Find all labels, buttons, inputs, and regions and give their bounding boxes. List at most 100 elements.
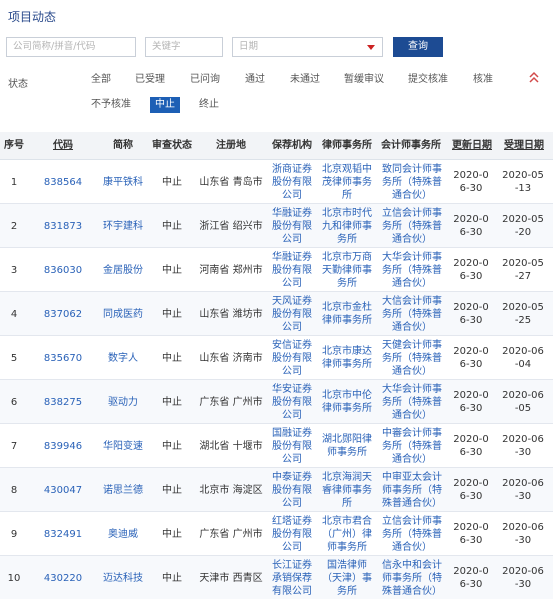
cell-sponsor-link[interactable]: 红塔证券股份有限公司 (268, 512, 316, 556)
cell-accounting-firm-link[interactable]: 立信会计师事务所（特殊普通合伙） (378, 512, 446, 556)
status-option[interactable]: 暂缓审议 (344, 72, 384, 88)
cell-sponsor-link[interactable]: 长江证券承销保荐有限公司 (268, 556, 316, 599)
cell-code-link[interactable]: 835670 (28, 336, 98, 380)
cell-code-link[interactable]: 831873 (28, 204, 98, 248)
status-option[interactable]: 终止 (199, 97, 219, 113)
collapse-chevron-icon[interactable] (528, 71, 540, 85)
cell-accounting-firm-link[interactable]: 天健会计师事务所（特殊普通合伙） (378, 336, 446, 380)
table-row: 10 430220 迈达科技 中止 天津市 西青区 长江证券承销保荐有限公司 国浩律师（天津… (0, 556, 553, 599)
cell-location: 广东省 广州市 (199, 396, 263, 408)
status-option[interactable]: 核准 (473, 72, 493, 88)
cell-review-status: 中止 (162, 176, 182, 188)
status-option[interactable]: 通过 (245, 72, 265, 88)
header-update-date[interactable]: 更新日期 (446, 132, 498, 160)
cell-update-date: 2020-06-30 (453, 346, 489, 370)
status-option[interactable]: 不予核准 (91, 97, 131, 113)
cell-code-link[interactable]: 838564 (28, 160, 98, 204)
cell-accounting-firm-link[interactable]: 立信会计师事务所（特殊普通合伙） (378, 204, 446, 248)
cell-code-link[interactable]: 836030 (28, 248, 98, 292)
status-option[interactable]: 已受理 (135, 72, 165, 88)
cell-law-firm-link[interactable]: 北京市康达律师事务所 (320, 336, 374, 380)
cell-sponsor-link[interactable]: 国融证券股份有限公司 (268, 424, 316, 468)
status-option[interactable]: 提交核准 (408, 72, 448, 88)
cell-sponsor-link[interactable]: 浙商证券股份有限公司 (268, 160, 316, 204)
cell-name-link[interactable]: 金居股份 (98, 248, 148, 292)
cell-law-firm-link[interactable]: 北京市君合（广州）律师事务所 (320, 512, 374, 556)
cell-accounting-firm-link[interactable]: 大华会计师事务所（特殊普通合伙） (378, 380, 446, 424)
cell-name-link[interactable]: 数字人 (98, 336, 148, 380)
cell-accept-date: 2020-05-27 (502, 258, 544, 282)
cell-accounting-firm-link[interactable]: 大华会计师事务所（特殊普通合伙） (378, 248, 446, 292)
cell-law-firm-link[interactable]: 北京市万商天勤律师事务所 (320, 248, 374, 292)
cell-location: 广东省 广州市 (199, 528, 263, 540)
cell-sponsor-link[interactable]: 安信证券股份有限公司 (268, 336, 316, 380)
cell-name-link[interactable]: 华阳变速 (98, 424, 148, 468)
cell-update-date: 2020-06-30 (453, 478, 489, 502)
header-accounting-firm: 会计师事务所 (381, 140, 441, 151)
table-row: 4 837062 同成医药 中止 山东省 潍坊市 天风证券股份有限公司 北京市金杜律师事务所… (0, 292, 553, 336)
cell-sponsor-link[interactable]: 天风证券股份有限公司 (268, 292, 316, 336)
query-button[interactable]: 查询 (393, 37, 443, 57)
cell-accounting-firm-link[interactable]: 信永中和会计师事务所（特殊普通合伙） (378, 556, 446, 599)
cell-law-firm-link[interactable]: 北京市时代九和律师事务所 (320, 204, 374, 248)
cell-accounting-firm-link[interactable]: 中审亚太会计师事务所（特殊普通合伙） (378, 468, 446, 512)
cell-update-date: 2020-06-30 (453, 258, 489, 282)
header-seq: 序号 (4, 140, 24, 151)
table-row: 6 838275 驱动力 中止 广东省 广州市 华安证券股份有限公司 北京市中伦律师事务所大… (0, 380, 553, 424)
status-filter-label: 状态 (8, 79, 28, 90)
cell-code-link[interactable]: 430047 (28, 468, 98, 512)
header-accept-date[interactable]: 受理日期 (498, 132, 550, 160)
header-code[interactable]: 代码 (28, 132, 98, 160)
status-option[interactable]: 全部 (91, 72, 111, 88)
company-search-input[interactable]: 公司简称/拼音/代码 (6, 37, 136, 57)
cell-review-status: 中止 (162, 308, 182, 320)
cell-name-link[interactable]: 康平铁科 (98, 160, 148, 204)
cell-accounting-firm-link[interactable]: 致同会计师事务所（特殊普通合伙） (378, 160, 446, 204)
cell-name-link[interactable]: 奥迪威 (98, 512, 148, 556)
cell-code-link[interactable]: 838275 (28, 380, 98, 424)
cell-law-firm-link[interactable]: 湖北郧阳律师事务所 (320, 424, 374, 468)
cell-law-firm-link[interactable]: 北京海润天睿律师事务所 (320, 468, 374, 512)
table-row: 8 430047 诺思兰德 中止 北京市 海淀区 中泰证券股份有限公司 北京海润天睿律师事务… (0, 468, 553, 512)
cell-law-firm-link[interactable]: 北京观韬中茂律师事务所 (320, 160, 374, 204)
cell-name-link[interactable]: 环宇建科 (98, 204, 148, 248)
cell-accounting-firm-link[interactable]: 中審会计师事务所（特殊普通合伙） (378, 424, 446, 468)
caret-down-icon (367, 45, 375, 50)
cell-code-link[interactable]: 837062 (28, 292, 98, 336)
cell-seq: 10 (7, 572, 21, 584)
cell-law-firm-link[interactable]: 北京市金杜律师事务所 (320, 292, 374, 336)
header-review-status: 审查状态 (152, 140, 192, 151)
cell-accept-date: 2020-06-05 (502, 390, 544, 414)
cell-review-status: 中止 (162, 396, 182, 408)
cell-accept-date: 2020-06-30 (502, 434, 544, 458)
cell-name-link[interactable]: 迈达科技 (98, 556, 148, 599)
cell-sponsor-link[interactable]: 华融证券股份有限公司 (268, 248, 316, 292)
cell-sponsor-link[interactable]: 中泰证券股份有限公司 (268, 468, 316, 512)
cell-update-date: 2020-06-30 (453, 214, 489, 238)
status-option[interactable]: 中止 (150, 97, 180, 113)
keyword-input[interactable]: 关键字 (145, 37, 223, 57)
cell-seq: 6 (10, 396, 18, 408)
cell-location: 山东省 潍坊市 (199, 308, 263, 320)
date-select[interactable]: 日期 (232, 37, 383, 57)
cell-seq: 4 (10, 308, 18, 320)
cell-name-link[interactable]: 同成医药 (98, 292, 148, 336)
status-option[interactable]: 未通过 (290, 72, 320, 88)
cell-name-link[interactable]: 驱动力 (98, 380, 148, 424)
cell-accounting-firm-link[interactable]: 大信会计师事务所（特殊普通合伙） (378, 292, 446, 336)
cell-code-link[interactable]: 839946 (28, 424, 98, 468)
cell-sponsor-link[interactable]: 华融证券股份有限公司 (268, 204, 316, 248)
cell-sponsor-link[interactable]: 华安证券股份有限公司 (268, 380, 316, 424)
header-sponsor: 保荐机构 (272, 140, 312, 151)
cell-code-link[interactable]: 832491 (28, 512, 98, 556)
cell-code-link[interactable]: 430220 (28, 556, 98, 599)
cell-name-link[interactable]: 诺思兰德 (98, 468, 148, 512)
table-row: 9 832491 奥迪威 中止 广东省 广州市 红塔证券股份有限公司 北京市君合（广州）律师… (0, 512, 553, 556)
cell-review-status: 中止 (162, 528, 182, 540)
cell-seq: 2 (10, 220, 18, 232)
status-option[interactable]: 已问询 (190, 72, 220, 88)
cell-law-firm-link[interactable]: 国浩律师（天津）事务所 (320, 556, 374, 599)
cell-law-firm-link[interactable]: 北京市中伦律师事务所 (320, 380, 374, 424)
cell-review-status: 中止 (162, 264, 182, 276)
cell-location: 浙江省 绍兴市 (199, 220, 263, 232)
